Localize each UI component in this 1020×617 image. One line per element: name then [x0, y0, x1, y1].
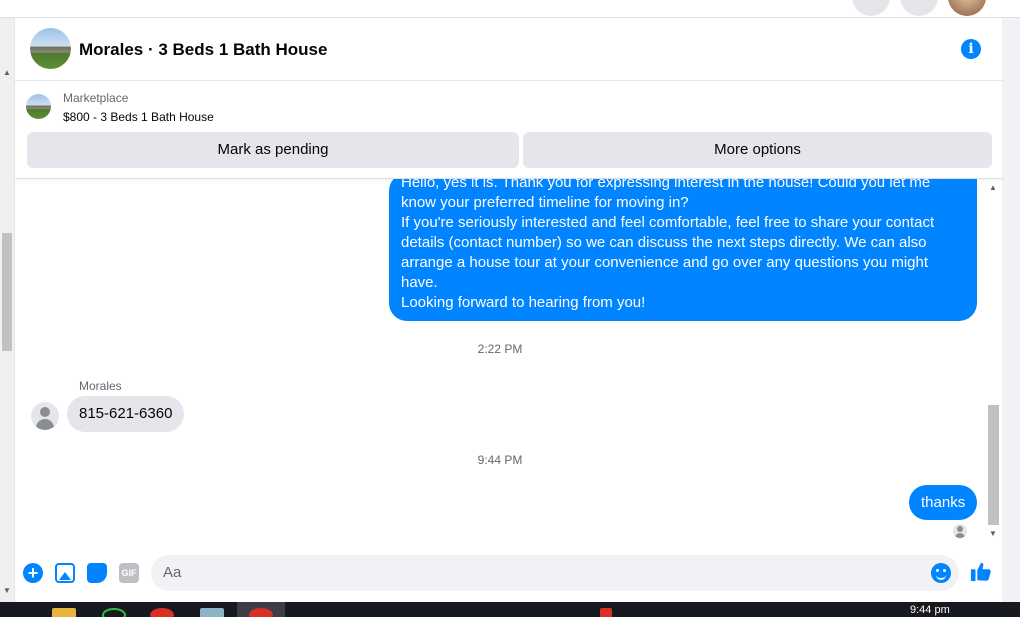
file-explorer-icon[interactable] [52, 608, 76, 617]
left-scrollbar[interactable]: ▲ ▼ [0, 18, 14, 602]
incoming-message-bubble: 815-621-6360 [67, 396, 185, 432]
conversation-title[interactable]: Morales · 3 Beds 1 Bath House [79, 40, 327, 60]
chrome-icon[interactable] [249, 608, 273, 617]
scrollbar-thumb[interactable] [2, 233, 12, 351]
sender-avatar-icon[interactable] [31, 402, 59, 430]
timestamp: 2:22 PM [477, 342, 523, 356]
seen-receipt-icon [953, 524, 967, 538]
os-taskbar: 9:44 pm [0, 602, 1020, 617]
marketplace-label: Marketplace [63, 91, 129, 105]
info-icon[interactable]: i [961, 39, 981, 59]
browser-top-strip [0, 0, 1020, 18]
taskbar-clock[interactable]: 9:44 pm [910, 604, 950, 616]
scroll-down-arrow-icon[interactable]: ▼ [0, 586, 14, 595]
sticker-icon[interactable] [87, 563, 107, 583]
outgoing-message-bubble: Hello, yes it is. Thank you for expressi… [389, 179, 977, 321]
emoji-icon[interactable] [931, 563, 951, 583]
gif-icon[interactable]: GIF [119, 563, 139, 583]
message-paragraph: Hello, yes it is. Thank you for expressi… [401, 179, 931, 211]
scroll-up-arrow-icon[interactable]: ▲ [0, 68, 14, 77]
notification-badge-icon[interactable] [600, 608, 612, 617]
mark-as-pending-button[interactable]: Mark as pending [27, 132, 519, 168]
message-list[interactable]: Hello, yes it is. Thank you for expressi… [15, 179, 1003, 550]
more-options-button[interactable]: More options [523, 132, 992, 168]
message-placeholder: Aa [163, 564, 182, 581]
photo-icon[interactable] [55, 563, 75, 583]
listing-thumbnail[interactable] [30, 28, 71, 69]
message-paragraph: If you're seriously interested and feel … [401, 214, 935, 291]
message-scrollbar[interactable]: ▲ ▼ [986, 179, 1001, 550]
marketplace-thumbnail[interactable] [26, 94, 51, 119]
whatsapp-icon[interactable] [102, 608, 126, 617]
browser-icon[interactable] [150, 608, 174, 617]
listing-title[interactable]: $800 - 3 Beds 1 Bath House [63, 110, 214, 124]
timestamp: 9:44 PM [477, 453, 523, 467]
outgoing-message-bubble: thanks [909, 485, 978, 520]
sender-name: Morales [79, 379, 122, 393]
chat-pane: Morales · 3 Beds 1 Bath House i Marketpl… [14, 18, 1003, 602]
message-input[interactable]: Aa [151, 555, 959, 591]
message-paragraph: Looking forward to hearing from you! [401, 294, 646, 311]
notifications-icon[interactable] [900, 0, 938, 16]
app-icon[interactable] [200, 608, 224, 617]
scroll-down-arrow-icon[interactable]: ▼ [986, 529, 1000, 538]
plus-icon[interactable]: + [23, 563, 43, 583]
scroll-up-arrow-icon[interactable]: ▲ [986, 183, 1000, 192]
profile-avatar[interactable] [948, 0, 986, 16]
thumbs-up-icon[interactable] [970, 561, 992, 583]
message-composer: + GIF Aa [15, 550, 1003, 602]
chat-header: Morales · 3 Beds 1 Bath House i [15, 18, 1003, 81]
scrollbar-thumb[interactable] [988, 405, 999, 525]
menu-icon[interactable] [852, 0, 890, 16]
